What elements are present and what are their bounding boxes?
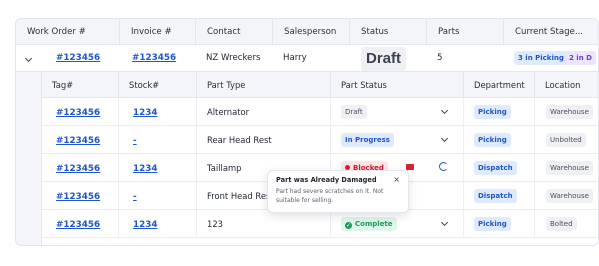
chevron-down-icon[interactable] [440,106,449,115]
damage-tooltip: Part was Already Damaged Part had severe… [267,170,409,213]
chevron-down-icon[interactable] [24,54,33,63]
table-row[interactable]: #123456 1234 Alternator Draft Picking Wa… [42,98,598,126]
location-badge: Warehouse [546,105,593,119]
col-part-status[interactable]: Part Status [330,72,463,98]
tag-link[interactable]: #123456 [56,192,100,202]
stage-badge-picking: 3 in Picking [514,51,568,65]
stock-link[interactable]: 1234 [133,220,157,230]
tag-link[interactable]: #123456 [56,136,100,146]
part-type: Rear Head Rest [207,135,272,145]
location-badge: Warehouse [546,189,593,203]
location-badge: Bolted [546,217,577,231]
stock-link[interactable]: 1234 [133,164,157,174]
part-type: Taillamp [207,163,242,173]
part-status-badge: Draft [341,105,367,119]
part-status-badge: ✓ Complete [341,217,397,245]
col-department[interactable]: Department [463,72,534,98]
tooltip-body: Part had severe scratches on it. Not sui… [276,188,384,204]
part-type: Alternator [207,107,250,117]
refresh-icon[interactable] [439,162,448,171]
department-badge: Dispatch [474,161,517,175]
table-header: Work Order # Invoice # Contact Salespers… [16,19,598,45]
tag-link[interactable]: #123456 [56,220,100,230]
tag-link[interactable]: #123456 [56,164,100,174]
tag-link[interactable]: #123456 [56,108,100,118]
stock-link[interactable]: - [133,136,137,146]
tooltip-title: Part was Already Damaged [276,176,377,184]
col-invoice[interactable]: Invoice # [119,19,195,45]
chevron-down-icon[interactable] [440,218,449,227]
part-status-badge: In Progress [341,133,394,147]
status-badge: Draft [361,47,406,71]
col-salesperson[interactable]: Salesperson [272,19,349,45]
invoice-link[interactable]: #123456 [132,45,176,72]
table-row[interactable]: #123456 1234 123 ✓ Complete Picking Bolte… [42,210,598,238]
stock-link[interactable]: 1234 [133,108,157,118]
chevron-down-icon[interactable] [440,134,449,143]
department-badge: Dispatch [474,189,517,203]
department-badge: Picking [474,105,511,119]
col-part-type[interactable]: Part Type [196,72,330,98]
stock-link[interactable]: - [133,192,137,202]
table-row[interactable]: #123456 #123456 NZ Wreckers Harry Draft … [16,45,598,72]
col-tag[interactable]: Tag# [42,72,118,98]
parts-count: 5 [437,53,443,63]
close-icon[interactable]: × [393,175,400,184]
salesperson-value: Harry [283,53,307,63]
col-current-stage[interactable]: Current Stage... [503,19,598,45]
col-work-order[interactable]: Work Order # [16,19,119,45]
comment-icon[interactable] [406,164,414,171]
contact-value: NZ Wreckers [206,53,261,63]
col-parts[interactable]: Parts [426,19,503,45]
col-contact[interactable]: Contact [195,19,272,45]
location-badge: Unbolted [546,133,586,147]
department-badge: Picking [474,133,511,147]
work-order-link[interactable]: #123456 [56,45,100,72]
expand-toggle[interactable] [24,54,33,64]
check-circle-icon: ✓ [345,222,352,229]
location-badge: Warehouse [546,161,593,175]
col-stock[interactable]: Stock# [118,72,196,98]
table-row[interactable]: #123456 - Rear Head Rest In Progress Pic… [42,126,598,154]
part-type: Front Head Rest [207,191,274,201]
parts-header: Tag# Stock# Part Type Part Status Depart… [42,72,598,98]
col-location[interactable]: Location [534,72,598,98]
parts-subtable: Tag# Stock# Part Type Part Status Depart… [41,72,598,245]
department-badge: Picking [474,217,511,231]
part-type: 123 [207,219,223,229]
col-status[interactable]: Status [349,19,426,45]
stage-badge-other: 2 in D [565,51,596,65]
